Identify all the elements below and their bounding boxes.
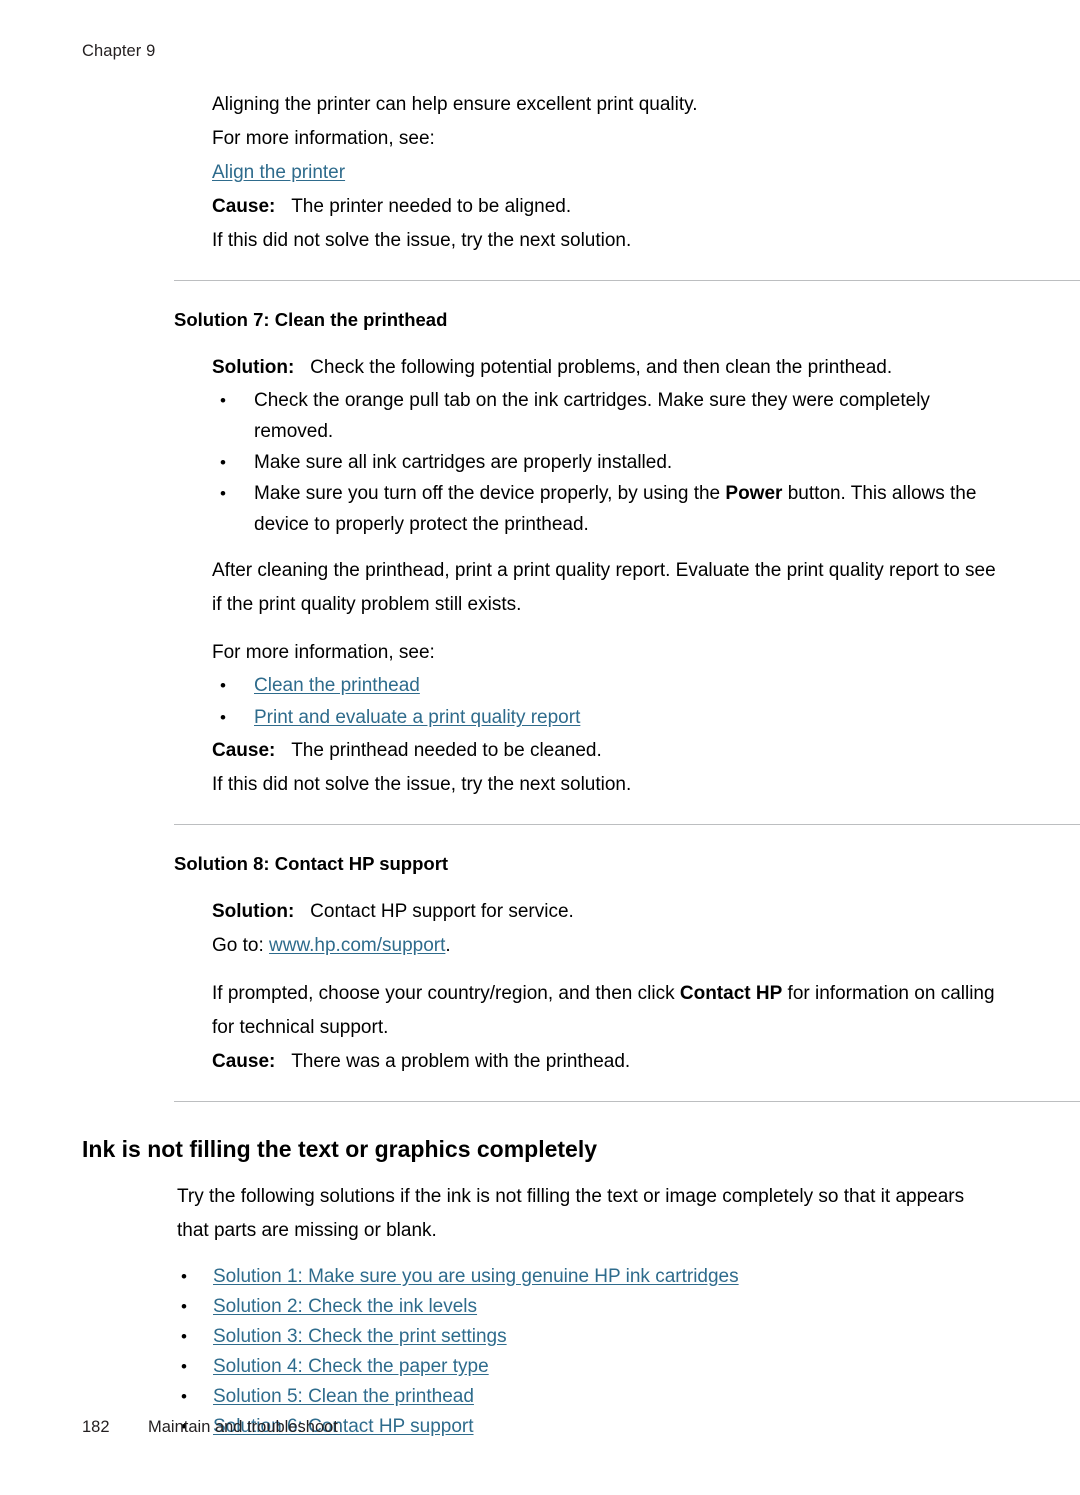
link-align-the-printer[interactable]: Align the printer [212, 162, 345, 183]
solution7-bullet-3: Make sure you turn off the device proper… [212, 478, 998, 540]
cause-text: The printhead needed to be cleaned. [291, 740, 602, 761]
ink-section-intro: Try the following solutions if the ink i… [177, 1186, 965, 1241]
solution7-bullet-1: Check the orange pull tab on the ink car… [212, 385, 998, 447]
page-footer: 182 Maintain and troubleshoot [82, 1418, 338, 1437]
page-content: Aligning the printer can help ensure exc… [82, 88, 1080, 1442]
prompt-pre: If prompted, choose your country/region,… [212, 983, 680, 1004]
align-printer-next-solution: If this did not solve the issue, try the… [212, 230, 632, 251]
cause-label: Cause: [212, 1051, 276, 1072]
solution7-after-paragraph: After cleaning the printhead, print a pr… [212, 560, 996, 615]
solution7-bullet-3-pre: Make sure you turn off the device proper… [254, 483, 726, 504]
link-clean-the-printhead[interactable]: Clean the printhead [254, 675, 420, 696]
align-printer-paragraph-1: Aligning the printer can help ensure exc… [212, 94, 698, 115]
link-solution-3-check-the-print-settings[interactable]: Solution 3: Check the print settings [213, 1326, 507, 1347]
align-printer-more-info: For more information, see: [212, 128, 435, 149]
solution-text: Contact HP support for service. [310, 901, 574, 922]
solution8-goto-row: Go to: www.hp.com/support. [212, 929, 998, 963]
solution7-link-bullet-2: Print and evaluate a print quality repor… [212, 702, 998, 734]
ink-solution-link-1: Solution 1: Make sure you are using genu… [177, 1262, 998, 1292]
link-solution-5-clean-the-printhead[interactable]: Solution 5: Clean the printhead [213, 1386, 474, 1407]
solution7-next-solution: If this did not solve the issue, try the… [212, 774, 632, 795]
cause-text: The printer needed to be aligned. [291, 196, 572, 217]
footer-section-title: Maintain and troubleshoot [148, 1418, 338, 1436]
solution7-bullet-2: Make sure all ink cartridges are properl… [212, 447, 998, 478]
cause-text: There was a problem with the printhead. [291, 1051, 631, 1072]
align-printer-link-row: Align the printer [212, 156, 998, 190]
cause-label: Cause: [212, 196, 276, 217]
link-hp-support-url[interactable]: www.hp.com/support [269, 935, 445, 956]
solution7-solution-row: Solution: Check the following potential … [212, 351, 998, 385]
solution8-prompt-paragraph: If prompted, choose your country/region,… [212, 977, 998, 1045]
prompt-bold: Contact HP [679, 983, 783, 1004]
ink-solution-link-4: Solution 4: Check the paper type [177, 1352, 998, 1382]
footer-page-number: 182 [82, 1418, 110, 1436]
goto-period: . [445, 935, 451, 956]
solution7-link-bullet-1: Clean the printhead [212, 670, 998, 702]
solution7-bullet-3-bold: Power [725, 483, 783, 504]
goto-label: Go to: [212, 935, 270, 956]
solution8-cause-row: Cause: There was a problem with the prin… [212, 1045, 998, 1079]
link-print-and-evaluate-a-print-quality-report[interactable]: Print and evaluate a print quality repor… [254, 707, 580, 728]
link-solution-1-genuine-hp-ink-cartridges[interactable]: Solution 1: Make sure you are using genu… [213, 1266, 739, 1287]
solution-text: Check the following potential problems, … [310, 357, 893, 378]
ink-solution-link-3: Solution 3: Check the print settings [177, 1322, 998, 1352]
chapter-header: Chapter 9 [82, 42, 156, 60]
align-printer-cause-row: Cause: The printer needed to be aligned. [212, 190, 998, 224]
ink-solution-link-2: Solution 2: Check the ink levels [177, 1292, 998, 1322]
cause-label: Cause: [212, 740, 276, 761]
solution8-solution-row: Solution: Contact HP support for service… [212, 895, 998, 929]
solution7-cause-row: Cause: The printhead needed to be cleane… [212, 734, 998, 768]
section-title-ink-not-filling: Ink is not filling the text or graphics … [82, 1136, 598, 1162]
document-page: Chapter 9 Aligning the printer can help … [0, 0, 1080, 1495]
solution-label: Solution: [212, 357, 295, 378]
solution7-more-info: For more information, see: [212, 642, 435, 663]
link-solution-2-check-the-ink-levels[interactable]: Solution 2: Check the ink levels [213, 1296, 477, 1317]
solution-label: Solution: [212, 901, 295, 922]
link-solution-4-check-the-paper-type[interactable]: Solution 4: Check the paper type [213, 1356, 489, 1377]
solution7-heading: Solution 7: Clean the printhead [174, 309, 448, 330]
ink-solution-link-5: Solution 5: Clean the printhead [177, 1382, 998, 1412]
solution8-heading: Solution 8: Contact HP support [174, 853, 449, 874]
